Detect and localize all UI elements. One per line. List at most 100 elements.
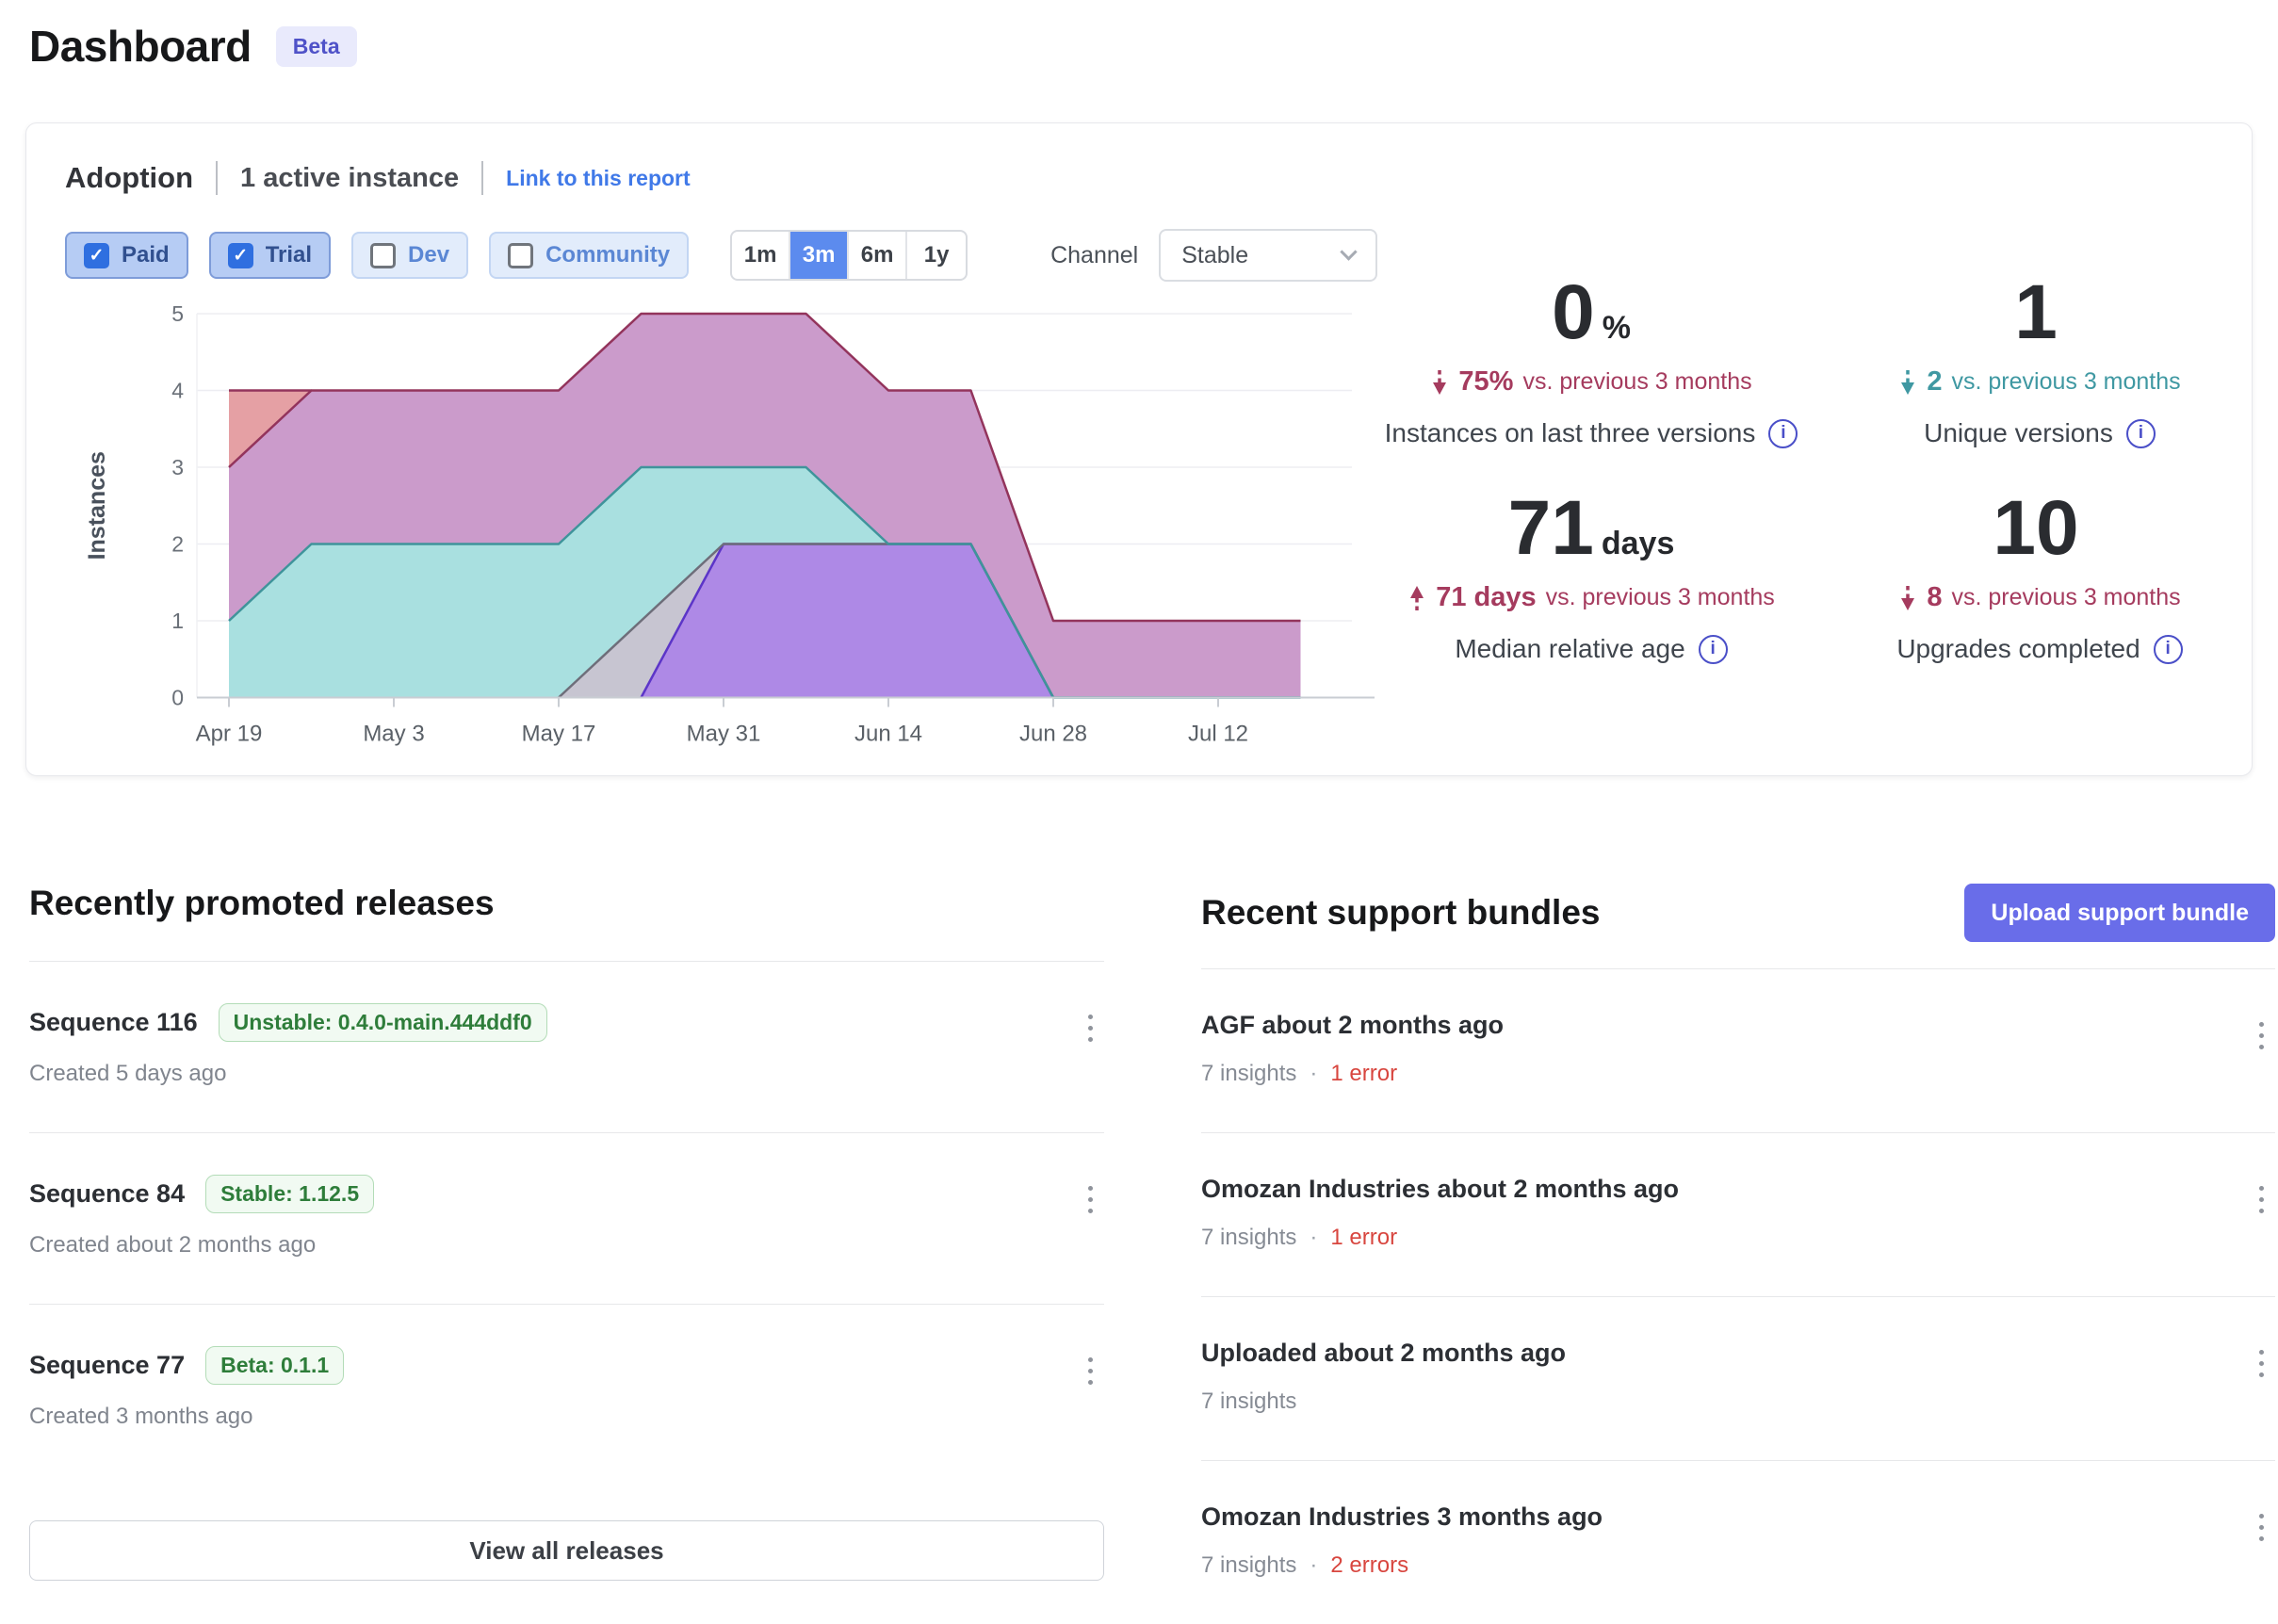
svg-text:0: 0	[171, 686, 184, 710]
release-row[interactable]: Sequence 84 Stable: 1.12.5 Created about…	[29, 1133, 1104, 1305]
filter-chip-trial[interactable]: ✓ Trial	[209, 232, 331, 279]
stat-number: 71	[1508, 490, 1594, 567]
range-1m[interactable]: 1m	[732, 232, 790, 279]
bundle-insights: 7 insights	[1201, 1552, 1296, 1579]
bundle-errors: 1 error	[1330, 1061, 1397, 1087]
delta-text: vs. previous 3 months	[1546, 584, 1775, 611]
view-all-releases-button[interactable]: View all releases	[29, 1520, 1104, 1581]
range-1y[interactable]: 1y	[907, 232, 966, 279]
release-title: Sequence 77	[29, 1351, 185, 1380]
trend-arrow-icon	[1430, 368, 1449, 397]
kebab-menu-icon[interactable]	[2255, 1346, 2268, 1381]
delta-text: vs. previous 3 months	[1522, 368, 1751, 396]
stat-label: Upgrades completed	[1896, 634, 2140, 664]
adoption-card-header: Adoption 1 active instance Link to this …	[65, 161, 691, 195]
release-row[interactable]: Sequence 77 Beta: 0.1.1 Created 3 months…	[29, 1305, 1104, 1475]
channel-select[interactable]: Stable	[1159, 229, 1377, 282]
dot-separator: ·	[1310, 1225, 1317, 1251]
bundle-row[interactable]: Uploaded about 2 months ago 7 insights	[1201, 1297, 2275, 1461]
active-instances-count: 1 active instance	[240, 163, 459, 194]
bundle-row[interactable]: Omozan Industries about 2 months ago 7 i…	[1201, 1133, 2275, 1297]
channel-value: Stable	[1181, 242, 1248, 269]
filter-label: Dev	[408, 242, 449, 268]
kebab-menu-icon[interactable]	[1084, 1011, 1097, 1046]
release-row[interactable]: Sequence 116 Unstable: 0.4.0-main.444ddf…	[29, 962, 1104, 1133]
dot-separator: ·	[1310, 1061, 1317, 1087]
svg-text:3: 3	[171, 455, 184, 479]
adoption-title: Adoption	[65, 161, 193, 195]
filter-chip-dev[interactable]: Dev	[351, 232, 468, 279]
time-range-control: 1m 3m 6m 1y	[730, 230, 968, 281]
release-version-badge: Beta: 0.1.1	[205, 1346, 344, 1385]
beta-badge: Beta	[276, 26, 357, 67]
trend-arrow-icon	[1898, 584, 1917, 612]
bundles-section: Recent support bundles Upload support bu…	[1201, 884, 2275, 1624]
info-icon[interactable]: i	[1768, 419, 1798, 448]
adoption-chart-wrap: Apr 19 May 3 May 17 May 31 Jun 14 Jun 28 Jul 1…	[59, 300, 1378, 776]
svg-text:4: 4	[171, 379, 184, 403]
kebab-menu-icon[interactable]	[2255, 1510, 2268, 1545]
checkbox-checked-icon[interactable]: ✓	[228, 243, 253, 268]
bundle-title: Omozan Industries 3 months ago	[1201, 1502, 2275, 1532]
bundle-insights: 7 insights	[1201, 1225, 1296, 1251]
checkbox-unchecked-icon[interactable]	[508, 243, 533, 268]
trend-arrow-icon	[1407, 584, 1426, 612]
delta-text: vs. previous 3 months	[1951, 584, 2180, 611]
svg-text:May 17: May 17	[522, 722, 596, 747]
bundle-errors: 2 errors	[1330, 1552, 1408, 1579]
stat-upgrades-completed: 10 8 vs. previous 3 months Upgrades comp…	[1815, 490, 2264, 664]
adoption-card: Adoption 1 active instance Link to this …	[25, 122, 2253, 776]
separator	[216, 161, 218, 195]
release-version-badge: Unstable: 0.4.0-main.444ddf0	[219, 1003, 547, 1042]
kebab-menu-icon[interactable]	[2255, 1018, 2268, 1053]
svg-text:Jun 14: Jun 14	[854, 722, 922, 747]
page-header: Dashboard Beta	[29, 21, 357, 72]
svg-text:Apr 19: Apr 19	[196, 722, 263, 747]
filter-chip-community[interactable]: Community	[489, 232, 689, 279]
svg-text:2: 2	[171, 532, 184, 557]
stat-number: 10	[1993, 490, 2078, 567]
trend-arrow-icon	[1898, 368, 1917, 397]
delta-value: 8	[1927, 582, 1942, 613]
info-icon[interactable]: i	[2154, 635, 2183, 664]
stat-unique-versions: 1 2 vs. previous 3 months Unique version…	[1815, 274, 2264, 448]
stat-median-relative-age: 71 days 71 days vs. previous 3 months Me…	[1367, 490, 1815, 664]
release-version-badge: Stable: 1.12.5	[205, 1175, 374, 1213]
svg-text:May 3: May 3	[363, 722, 424, 747]
release-title: Sequence 116	[29, 1008, 198, 1037]
adoption-chart: Apr 19 May 3 May 17 May 31 Jun 14 Jun 28 Jul 1…	[59, 300, 1378, 771]
bundle-title: Omozan Industries about 2 months ago	[1201, 1175, 2275, 1204]
upload-support-bundle-button[interactable]: Upload support bundle	[1964, 884, 2275, 942]
info-icon[interactable]: i	[2126, 419, 2156, 448]
delta-value: 2	[1927, 366, 1942, 398]
link-to-report[interactable]: Link to this report	[506, 166, 691, 191]
checkbox-checked-icon[interactable]: ✓	[84, 243, 109, 268]
filter-label: Community	[545, 242, 670, 268]
releases-section: Recently promoted releases Sequence 116 …	[29, 884, 1104, 1581]
checkbox-unchecked-icon[interactable]	[370, 243, 396, 268]
kebab-menu-icon[interactable]	[2255, 1182, 2268, 1217]
delta-value: 71 days	[1436, 582, 1536, 613]
page-title: Dashboard	[29, 21, 252, 72]
adoption-stats: 0 % 75% vs. previous 3 months Instances …	[1367, 274, 2264, 664]
range-3m[interactable]: 3m	[790, 232, 849, 279]
svg-text:Jul 12: Jul 12	[1188, 722, 1248, 747]
kebab-menu-icon[interactable]	[1084, 1354, 1097, 1389]
bundle-row[interactable]: AGF about 2 months ago 7 insights · 1 er…	[1201, 969, 2275, 1133]
svg-text:1: 1	[171, 609, 184, 633]
info-icon[interactable]: i	[1699, 635, 1728, 664]
range-6m[interactable]: 6m	[849, 232, 907, 279]
svg-text:Instances: Instances	[84, 451, 110, 560]
kebab-menu-icon[interactable]	[1084, 1182, 1097, 1217]
filter-chip-paid[interactable]: ✓ Paid	[65, 232, 188, 279]
svg-text:May 31: May 31	[687, 722, 761, 747]
bundles-heading: Recent support bundles	[1201, 893, 1600, 933]
svg-text:Jun 28: Jun 28	[1019, 722, 1087, 747]
bundle-title: Uploaded about 2 months ago	[1201, 1339, 2275, 1368]
stat-suffix: %	[1603, 312, 1631, 351]
stat-label: Unique versions	[1924, 418, 2113, 448]
stat-number: 0	[1552, 274, 1595, 351]
stat-number: 1	[2014, 274, 2058, 351]
delta-value: 75%	[1458, 366, 1513, 398]
stat-suffix: days	[1602, 528, 1675, 567]
